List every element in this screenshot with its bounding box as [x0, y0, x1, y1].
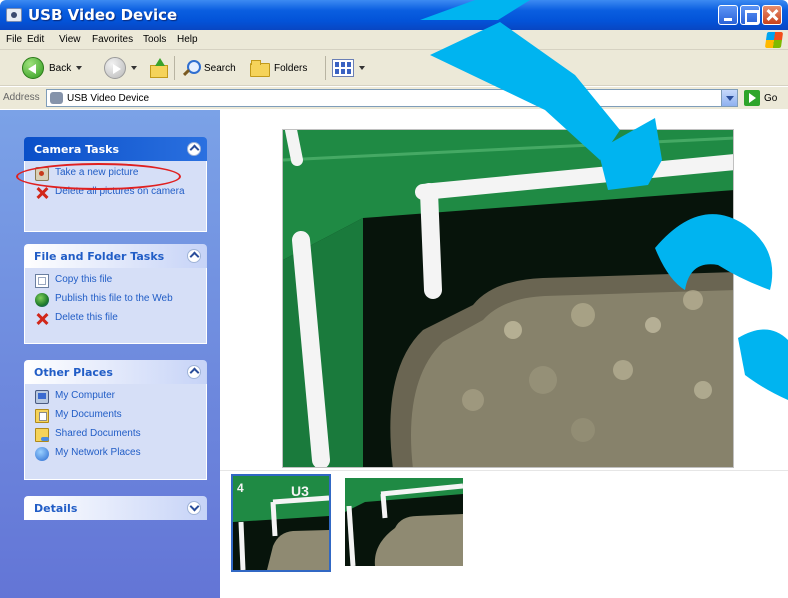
menu-file[interactable]: File: [6, 34, 22, 45]
computer-icon: [35, 390, 49, 404]
shared-documents-link[interactable]: Shared Documents: [35, 428, 198, 442]
place-label: My Documents: [55, 409, 122, 420]
delete-file-link[interactable]: Delete this file: [35, 312, 198, 326]
expand-icon[interactable]: [187, 501, 201, 515]
other-places-panel: Other Places My Computer My Documents Sh…: [24, 360, 207, 480]
task-label: Publish this file to the Web: [55, 293, 173, 304]
thumbnail-image: U3 4: [233, 476, 329, 570]
collapse-icon[interactable]: [187, 142, 201, 156]
forward-arrow-icon: [104, 57, 126, 79]
search-button[interactable]: Search: [182, 56, 236, 80]
back-arrow-icon: [22, 57, 44, 79]
place-label: My Network Places: [55, 447, 141, 458]
address-dropdown-button[interactable]: [721, 90, 737, 106]
search-icon: [182, 59, 201, 77]
details-panel: Details: [24, 496, 207, 520]
other-places-title: Other Places: [34, 366, 113, 379]
go-label: Go: [764, 92, 778, 104]
pcb-closeup-image: [283, 130, 733, 467]
camera-app-icon: [6, 8, 22, 22]
thumbnail-label-u3: U3: [291, 483, 309, 499]
my-computer-link[interactable]: My Computer: [35, 390, 198, 404]
network-places-icon: [35, 447, 49, 461]
file-folder-tasks-header[interactable]: File and Folder Tasks: [24, 244, 207, 268]
copy-file-icon: [35, 274, 49, 288]
task-label: Copy this file: [55, 274, 113, 285]
highlight-annotation: [16, 163, 181, 190]
address-bar: Address USB Video Device Go: [0, 87, 788, 109]
my-documents-link[interactable]: My Documents: [35, 409, 198, 423]
address-value: USB Video Device: [67, 93, 150, 104]
minimize-button[interactable]: [718, 5, 738, 25]
collapse-icon[interactable]: [187, 249, 201, 263]
search-label: Search: [204, 62, 236, 74]
thumbnail-corner-label: 4: [237, 481, 244, 495]
back-button[interactable]: Back: [22, 56, 83, 80]
file-folder-tasks-title: File and Folder Tasks: [34, 250, 165, 263]
toolbar: Back Search Folders: [0, 50, 788, 86]
task-label: Delete this file: [55, 312, 118, 323]
toolbar-separator: [325, 56, 326, 80]
windows-logo-icon: [764, 32, 784, 48]
camera-device-icon: [50, 92, 63, 104]
place-label: Shared Documents: [55, 428, 141, 439]
file-folder-tasks-body: Copy this file Publish this file to the …: [24, 268, 207, 344]
camera-tasks-header[interactable]: Camera Tasks: [24, 137, 207, 161]
chevron-down-icon: [359, 66, 365, 70]
window-title: USB Video Device: [28, 6, 178, 24]
my-network-places-link[interactable]: My Network Places: [35, 447, 198, 461]
publish-to-web-link[interactable]: Publish this file to the Web: [35, 293, 198, 307]
forward-button[interactable]: [104, 56, 137, 80]
globe-icon: [35, 293, 49, 307]
collapse-icon[interactable]: [187, 365, 201, 379]
menu-favorites[interactable]: Favorites: [92, 34, 133, 45]
menu-view[interactable]: View: [59, 34, 81, 45]
up-folder-icon: [148, 58, 168, 78]
other-places-body: My Computer My Documents Shared Document…: [24, 384, 207, 480]
toolbar-separator: [174, 56, 175, 80]
address-label: Address: [3, 92, 40, 103]
chevron-down-icon: [131, 66, 137, 70]
back-label: Back: [49, 62, 72, 74]
documents-folder-icon: [35, 409, 49, 423]
menu-tools[interactable]: Tools: [143, 34, 166, 45]
camera-tasks-title: Camera Tasks: [34, 143, 120, 156]
menu-edit[interactable]: Edit: [27, 34, 44, 45]
shared-folder-icon: [35, 428, 49, 442]
chevron-down-icon: [76, 66, 83, 70]
thumbnail-1-selected[interactable]: U3 4: [231, 474, 331, 572]
other-places-header[interactable]: Other Places: [24, 360, 207, 384]
title-bar[interactable]: USB Video Device: [0, 0, 788, 30]
folders-icon: [250, 60, 270, 77]
maximize-button[interactable]: [740, 5, 760, 25]
place-label: My Computer: [55, 390, 116, 401]
copy-file-link[interactable]: Copy this file: [35, 274, 198, 288]
views-icon: [332, 59, 354, 77]
details-header[interactable]: Details: [24, 496, 207, 520]
address-field[interactable]: USB Video Device: [46, 89, 738, 107]
delete-x-icon: [35, 186, 49, 200]
camera-preview-image[interactable]: [282, 129, 734, 468]
delete-x-icon: [35, 312, 49, 326]
go-arrow-icon: [744, 90, 760, 106]
close-button[interactable]: [762, 5, 782, 25]
menu-bar: File Edit View Favorites Tools Help: [0, 30, 788, 50]
thumbnail-image: [345, 478, 463, 566]
thumbnail-2[interactable]: [345, 478, 463, 566]
menu-help[interactable]: Help: [177, 34, 198, 45]
details-title: Details: [34, 502, 78, 515]
go-button[interactable]: Go: [744, 90, 777, 106]
views-button[interactable]: [332, 56, 365, 80]
file-folder-tasks-panel: File and Folder Tasks Copy this file Pub…: [24, 244, 207, 344]
up-folder-button[interactable]: [148, 56, 168, 80]
folders-button[interactable]: Folders: [250, 56, 307, 80]
folders-label: Folders: [274, 62, 308, 74]
